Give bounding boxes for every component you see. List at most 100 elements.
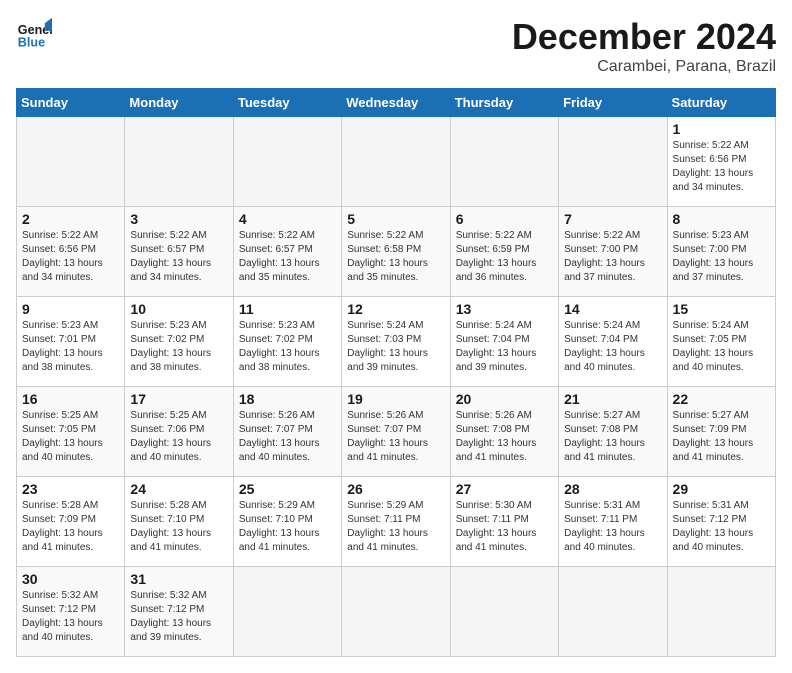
calendar-cell: 23 Sunrise: 5:28 AM Sunset: 7:09 PM Dayl…	[17, 477, 125, 567]
day-number: 4	[239, 211, 336, 227]
header: General Blue December 2024 Carambei, Par…	[16, 16, 776, 76]
day-info: Sunrise: 5:25 AM Sunset: 7:06 PM Dayligh…	[130, 409, 227, 465]
calendar-cell: 22 Sunrise: 5:27 AM Sunset: 7:09 PM Dayl…	[667, 387, 775, 477]
day-number: 2	[22, 211, 119, 227]
day-info: Sunrise: 5:26 AM Sunset: 7:08 PM Dayligh…	[456, 409, 553, 465]
day-info: Sunrise: 5:32 AM Sunset: 7:12 PM Dayligh…	[130, 589, 227, 645]
day-number: 15	[673, 301, 770, 317]
day-number: 30	[22, 571, 119, 587]
day-info: Sunrise: 5:32 AM Sunset: 7:12 PM Dayligh…	[22, 589, 119, 645]
day-info: Sunrise: 5:28 AM Sunset: 7:09 PM Dayligh…	[22, 499, 119, 555]
calendar-cell: 7 Sunrise: 5:22 AM Sunset: 7:00 PM Dayli…	[559, 207, 667, 297]
calendar-title: December 2024	[512, 16, 776, 58]
calendar-cell: 14 Sunrise: 5:24 AM Sunset: 7:04 PM Dayl…	[559, 297, 667, 387]
day-number: 27	[456, 481, 553, 497]
week-row-1: 1 Sunrise: 5:22 AM Sunset: 6:56 PM Dayli…	[17, 117, 776, 207]
day-number: 8	[673, 211, 770, 227]
day-number: 20	[456, 391, 553, 407]
calendar-cell: 9 Sunrise: 5:23 AM Sunset: 7:01 PM Dayli…	[17, 297, 125, 387]
calendar-cell: 8 Sunrise: 5:23 AM Sunset: 7:00 PM Dayli…	[667, 207, 775, 297]
day-info: Sunrise: 5:22 AM Sunset: 7:00 PM Dayligh…	[564, 229, 661, 285]
calendar-cell: 3 Sunrise: 5:22 AM Sunset: 6:57 PM Dayli…	[125, 207, 233, 297]
day-info: Sunrise: 5:28 AM Sunset: 7:10 PM Dayligh…	[130, 499, 227, 555]
day-number: 7	[564, 211, 661, 227]
header-cell-thursday: Thursday	[450, 89, 558, 117]
day-info: Sunrise: 5:22 AM Sunset: 6:57 PM Dayligh…	[130, 229, 227, 285]
day-number: 31	[130, 571, 227, 587]
calendar-cell: 19 Sunrise: 5:26 AM Sunset: 7:07 PM Dayl…	[342, 387, 450, 477]
header-cell-monday: Monday	[125, 89, 233, 117]
day-number: 1	[673, 121, 770, 137]
calendar-cell: 20 Sunrise: 5:26 AM Sunset: 7:08 PM Dayl…	[450, 387, 558, 477]
day-info: Sunrise: 5:24 AM Sunset: 7:04 PM Dayligh…	[456, 319, 553, 375]
day-number: 24	[130, 481, 227, 497]
day-info: Sunrise: 5:25 AM Sunset: 7:05 PM Dayligh…	[22, 409, 119, 465]
calendar-header-row: SundayMondayTuesdayWednesdayThursdayFrid…	[17, 89, 776, 117]
week-row-2: 2 Sunrise: 5:22 AM Sunset: 6:56 PM Dayli…	[17, 207, 776, 297]
svg-text:Blue: Blue	[18, 36, 45, 50]
calendar-cell: 4 Sunrise: 5:22 AM Sunset: 6:57 PM Dayli…	[233, 207, 341, 297]
day-number: 12	[347, 301, 444, 317]
header-cell-wednesday: Wednesday	[342, 89, 450, 117]
calendar-cell: 2 Sunrise: 5:22 AM Sunset: 6:56 PM Dayli…	[17, 207, 125, 297]
header-cell-saturday: Saturday	[667, 89, 775, 117]
day-info: Sunrise: 5:29 AM Sunset: 7:10 PM Dayligh…	[239, 499, 336, 555]
day-info: Sunrise: 5:23 AM Sunset: 7:01 PM Dayligh…	[22, 319, 119, 375]
day-info: Sunrise: 5:24 AM Sunset: 7:03 PM Dayligh…	[347, 319, 444, 375]
calendar-subtitle: Carambei, Parana, Brazil	[512, 58, 776, 76]
day-info: Sunrise: 5:22 AM Sunset: 6:56 PM Dayligh…	[673, 139, 770, 195]
day-number: 13	[456, 301, 553, 317]
header-cell-friday: Friday	[559, 89, 667, 117]
calendar-cell: 15 Sunrise: 5:24 AM Sunset: 7:05 PM Dayl…	[667, 297, 775, 387]
day-info: Sunrise: 5:30 AM Sunset: 7:11 PM Dayligh…	[456, 499, 553, 555]
header-cell-tuesday: Tuesday	[233, 89, 341, 117]
calendar-cell	[233, 117, 341, 207]
calendar-cell: 27 Sunrise: 5:30 AM Sunset: 7:11 PM Dayl…	[450, 477, 558, 567]
calendar-cell: 25 Sunrise: 5:29 AM Sunset: 7:10 PM Dayl…	[233, 477, 341, 567]
week-row-5: 23 Sunrise: 5:28 AM Sunset: 7:09 PM Dayl…	[17, 477, 776, 567]
day-number: 16	[22, 391, 119, 407]
calendar-cell: 11 Sunrise: 5:23 AM Sunset: 7:02 PM Dayl…	[233, 297, 341, 387]
day-info: Sunrise: 5:27 AM Sunset: 7:09 PM Dayligh…	[673, 409, 770, 465]
day-number: 26	[347, 481, 444, 497]
calendar-cell: 10 Sunrise: 5:23 AM Sunset: 7:02 PM Dayl…	[125, 297, 233, 387]
day-info: Sunrise: 5:22 AM Sunset: 6:57 PM Dayligh…	[239, 229, 336, 285]
day-info: Sunrise: 5:26 AM Sunset: 7:07 PM Dayligh…	[347, 409, 444, 465]
day-info: Sunrise: 5:27 AM Sunset: 7:08 PM Dayligh…	[564, 409, 661, 465]
calendar-table: SundayMondayTuesdayWednesdayThursdayFrid…	[16, 88, 776, 657]
day-info: Sunrise: 5:29 AM Sunset: 7:11 PM Dayligh…	[347, 499, 444, 555]
calendar-cell: 17 Sunrise: 5:25 AM Sunset: 7:06 PM Dayl…	[125, 387, 233, 477]
day-info: Sunrise: 5:26 AM Sunset: 7:07 PM Dayligh…	[239, 409, 336, 465]
day-info: Sunrise: 5:23 AM Sunset: 7:00 PM Dayligh…	[673, 229, 770, 285]
calendar-cell: 5 Sunrise: 5:22 AM Sunset: 6:58 PM Dayli…	[342, 207, 450, 297]
calendar-cell: 18 Sunrise: 5:26 AM Sunset: 7:07 PM Dayl…	[233, 387, 341, 477]
calendar-cell: 26 Sunrise: 5:29 AM Sunset: 7:11 PM Dayl…	[342, 477, 450, 567]
logo: General Blue	[16, 16, 52, 52]
calendar-cell: 1 Sunrise: 5:22 AM Sunset: 6:56 PM Dayli…	[667, 117, 775, 207]
calendar-cell: 24 Sunrise: 5:28 AM Sunset: 7:10 PM Dayl…	[125, 477, 233, 567]
logo-icon: General Blue	[16, 16, 52, 52]
header-cell-sunday: Sunday	[17, 89, 125, 117]
title-section: December 2024 Carambei, Parana, Brazil	[512, 16, 776, 76]
day-number: 18	[239, 391, 336, 407]
day-info: Sunrise: 5:23 AM Sunset: 7:02 PM Dayligh…	[130, 319, 227, 375]
calendar-cell	[17, 117, 125, 207]
day-number: 17	[130, 391, 227, 407]
calendar-cell: 21 Sunrise: 5:27 AM Sunset: 7:08 PM Dayl…	[559, 387, 667, 477]
day-number: 9	[22, 301, 119, 317]
day-number: 6	[456, 211, 553, 227]
day-number: 10	[130, 301, 227, 317]
day-number: 25	[239, 481, 336, 497]
calendar-cell: 28 Sunrise: 5:31 AM Sunset: 7:11 PM Dayl…	[559, 477, 667, 567]
day-info: Sunrise: 5:22 AM Sunset: 6:59 PM Dayligh…	[456, 229, 553, 285]
calendar-cell: 16 Sunrise: 5:25 AM Sunset: 7:05 PM Dayl…	[17, 387, 125, 477]
calendar-cell	[342, 117, 450, 207]
day-number: 23	[22, 481, 119, 497]
day-number: 22	[673, 391, 770, 407]
day-number: 5	[347, 211, 444, 227]
day-number: 29	[673, 481, 770, 497]
calendar-cell	[125, 117, 233, 207]
day-info: Sunrise: 5:22 AM Sunset: 6:56 PM Dayligh…	[22, 229, 119, 285]
day-info: Sunrise: 5:22 AM Sunset: 6:58 PM Dayligh…	[347, 229, 444, 285]
week-row-4: 16 Sunrise: 5:25 AM Sunset: 7:05 PM Dayl…	[17, 387, 776, 477]
